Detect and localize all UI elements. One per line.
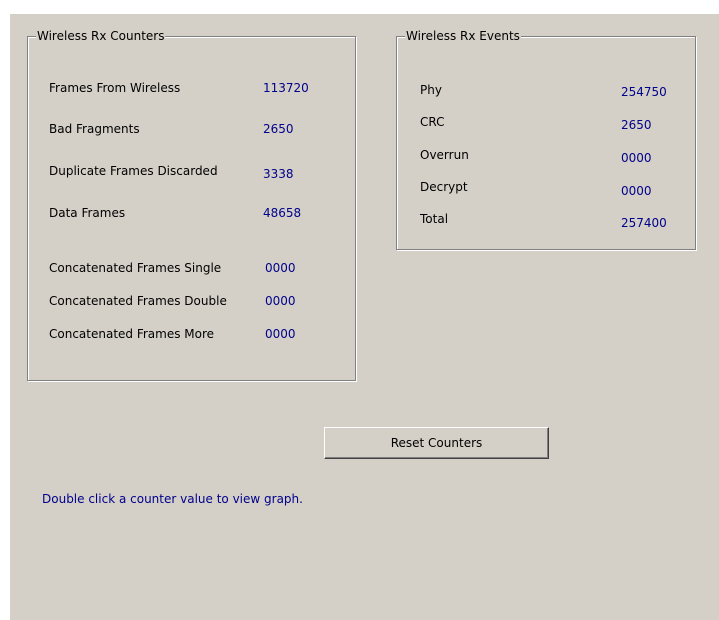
phy-label: Phy <box>420 83 442 97</box>
rx-counters-title: Wireless Rx Counters <box>36 29 166 44</box>
crc-value[interactable]: 2650 <box>621 118 652 133</box>
phy-value[interactable]: 254750 <box>621 85 667 100</box>
duplicate-frames-discarded-label: Duplicate Frames Discarded <box>49 164 218 178</box>
total-label: Total <box>420 212 449 226</box>
decrypt-label: Decrypt <box>420 180 468 194</box>
frames-from-wireless-label: Frames From Wireless <box>49 81 181 95</box>
concatenated-frames-more-label: Concatenated Frames More <box>49 327 215 341</box>
page: Wireless Rx Counters Frames From Wireles… <box>0 0 719 620</box>
crc-label: CRC <box>420 115 445 129</box>
frames-from-wireless-value[interactable]: 113720 <box>263 81 309 96</box>
decrypt-value[interactable]: 0000 <box>621 184 652 199</box>
concatenated-frames-more-value[interactable]: 0000 <box>265 327 296 342</box>
overrun-value[interactable]: 0000 <box>621 151 652 166</box>
concatenated-frames-double-label: Concatenated Frames Double <box>49 294 227 308</box>
bad-fragments-value[interactable]: 2650 <box>263 122 294 137</box>
concatenated-frames-single-label: Concatenated Frames Single <box>49 261 222 275</box>
data-frames-value[interactable]: 48658 <box>263 206 301 221</box>
concatenated-frames-double-value[interactable]: 0000 <box>265 294 296 309</box>
overrun-label: Overrun <box>420 148 469 162</box>
duplicate-frames-discarded-value[interactable]: 3338 <box>263 167 294 182</box>
reset-counters-button[interactable]: Reset Counters <box>324 427 549 459</box>
total-value[interactable]: 257400 <box>621 216 667 231</box>
data-frames-label: Data Frames <box>49 206 126 220</box>
hint-text: Double click a counter value to view gra… <box>42 492 303 506</box>
concatenated-frames-single-value[interactable]: 0000 <box>265 261 296 276</box>
bad-fragments-label: Bad Fragments <box>49 122 140 136</box>
counters-panel: Wireless Rx Counters Frames From Wireles… <box>9 13 719 620</box>
rx-events-title: Wireless Rx Events <box>405 29 521 44</box>
